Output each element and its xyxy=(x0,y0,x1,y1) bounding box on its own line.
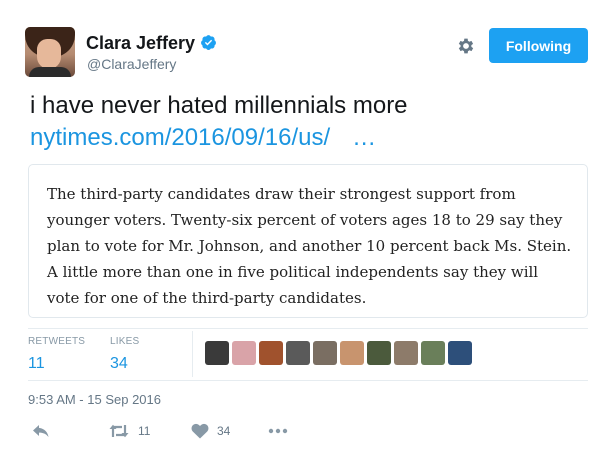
likes-label: LIKES xyxy=(110,336,140,347)
likes-stat[interactable]: LIKES 34 xyxy=(110,336,139,373)
following-button[interactable]: Following xyxy=(489,28,588,63)
author-handle[interactable]: @ClaraJeffery xyxy=(87,56,176,72)
more-button[interactable] xyxy=(268,423,288,439)
liker-5-avatar[interactable] xyxy=(313,341,337,365)
likes-value[interactable]: 34 xyxy=(110,355,139,373)
liker-8-avatar[interactable] xyxy=(394,341,418,365)
reply-icon xyxy=(33,425,49,437)
retweet-count: 11 xyxy=(138,424,151,438)
retweets-value[interactable]: 11 xyxy=(28,355,85,373)
retweet-icon xyxy=(109,424,129,438)
liker-3-avatar[interactable] xyxy=(259,341,283,365)
liker-10-avatar[interactable] xyxy=(448,341,472,365)
retweets-stat[interactable]: RETWEETS 11 xyxy=(28,336,85,373)
tweet-actions: 11 34 xyxy=(28,422,588,442)
retweets-label: RETWEETS xyxy=(28,336,86,347)
retweet-button[interactable]: 11 xyxy=(108,423,150,439)
like-button[interactable]: 34 xyxy=(191,423,230,439)
heart-icon xyxy=(191,423,209,439)
like-count: 34 xyxy=(217,424,231,438)
author-name[interactable]: Clara Jeffery xyxy=(86,33,195,54)
author-avatar[interactable] xyxy=(25,27,75,77)
tweet-link-ellipsis[interactable]: … xyxy=(352,124,376,151)
liker-4-avatar[interactable] xyxy=(286,341,310,365)
tweet-timestamp[interactable]: 9:53 AM - 15 Sep 2016 xyxy=(28,392,161,407)
tweet-text: i have never hated millennials more xyxy=(30,92,408,119)
liker-6-avatar[interactable] xyxy=(340,341,364,365)
divider-bottom xyxy=(28,380,588,381)
more-dots-icon xyxy=(268,428,288,434)
tweet-link-text[interactable]: nytimes.com/2016/09/16/us/ xyxy=(30,124,330,151)
quote-text: The third-party candidates draw their st… xyxy=(47,185,572,307)
liker-9-avatar[interactable] xyxy=(421,341,445,365)
gear-icon[interactable] xyxy=(456,36,476,56)
reply-button[interactable] xyxy=(32,424,50,438)
liker-1-avatar[interactable] xyxy=(205,341,229,365)
likers-avatars xyxy=(205,341,472,365)
quote-card[interactable]: The third-party candidates draw their st… xyxy=(28,164,588,318)
verified-badge-icon xyxy=(201,35,216,50)
liker-7-avatar[interactable] xyxy=(367,341,391,365)
divider-top xyxy=(28,328,588,329)
stats-separator xyxy=(192,331,193,377)
tweet-link[interactable]: nytimes.com/2016/09/16/us/ … xyxy=(30,124,376,152)
liker-2-avatar[interactable] xyxy=(232,341,256,365)
